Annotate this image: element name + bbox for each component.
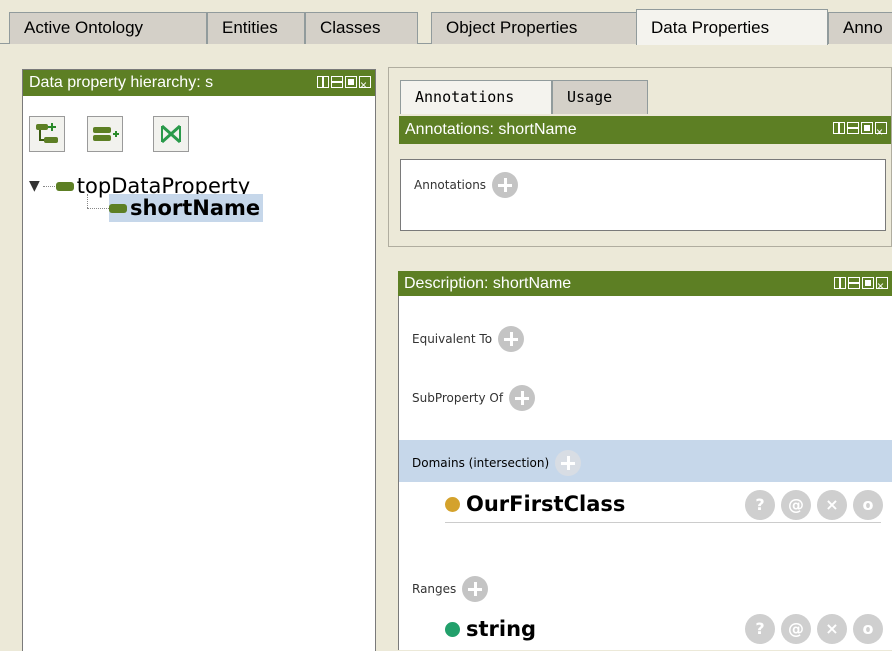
tree-connector [87, 208, 109, 209]
add-equivalent-icon[interactable] [498, 326, 525, 352]
tree-node-short-name[interactable]: shortName [109, 194, 264, 222]
maximize-icon[interactable] [861, 122, 873, 134]
hierarchy-view-header: Data property hierarchy: s [23, 70, 375, 96]
view-controls [834, 273, 888, 297]
add-annotation-icon[interactable] [492, 172, 519, 198]
tab-active-ontology[interactable]: Active Ontology [9, 12, 207, 44]
ranges-label: Ranges [412, 582, 457, 596]
split-vertical-icon[interactable] [834, 277, 846, 289]
description-view-title: Description: shortName [404, 275, 572, 292]
workspace-tab-bar: Active Ontology Entities Classes Object … [0, 0, 892, 45]
range-item[interactable]: string [445, 613, 536, 645]
add-sibling-property-button[interactable] [87, 116, 123, 152]
tree-connector [87, 194, 88, 208]
delete-icon[interactable]: × [817, 614, 847, 644]
description-view-header: Description: shortName [398, 271, 892, 297]
annotations-section: Annotations [401, 168, 519, 202]
subproperty-of-label: SubProperty Of [412, 391, 504, 405]
equivalent-to-label: Equivalent To [412, 332, 493, 346]
tree-connector [43, 186, 55, 187]
add-subproperty-icon[interactable] [509, 385, 536, 411]
delete-property-icon [161, 124, 181, 144]
tab-annotations[interactable]: Annotations [400, 80, 552, 114]
annotations-view-header: Annotations: shortName [399, 116, 891, 144]
ranges-section: Ranges [399, 572, 489, 606]
close-view-icon[interactable] [359, 72, 371, 96]
add-sub-property-button[interactable] [29, 116, 65, 152]
add-domain-icon[interactable] [555, 450, 582, 476]
row-divider [445, 522, 881, 523]
data-property-icon [55, 181, 74, 191]
domains-label: Domains (intersection) [412, 456, 550, 470]
close-view-icon[interactable] [876, 273, 888, 297]
delete-icon[interactable]: × [817, 490, 847, 520]
description-list: Equivalent To SubProperty Of Domains (in… [398, 296, 892, 650]
split-horizontal-icon[interactable] [847, 122, 859, 134]
close-view-icon[interactable] [875, 118, 887, 144]
tab-usage[interactable]: Usage [552, 80, 648, 114]
range-actions: ? @ × o [745, 614, 883, 644]
add-range-icon[interactable] [462, 576, 489, 602]
tab-annotation-properties[interactable]: Anno [828, 12, 892, 44]
data-property-hierarchy-panel: Data property hierarchy: s ▼ [22, 69, 376, 651]
edit-icon[interactable]: o [853, 490, 883, 520]
explain-icon[interactable]: ? [745, 490, 775, 520]
tree-node-label: shortName [130, 196, 261, 220]
data-property-icon [109, 203, 127, 213]
tab-object-properties[interactable]: Object Properties [431, 12, 637, 44]
range-item-label: string [466, 617, 537, 641]
hierarchy-view-title: Data property hierarchy: s [29, 74, 214, 91]
domain-item-label: OurFirstClass [466, 492, 626, 516]
edit-icon[interactable]: o [853, 614, 883, 644]
class-icon [445, 496, 460, 512]
view-controls [317, 72, 371, 96]
maximize-icon[interactable] [345, 76, 357, 88]
view-controls [833, 118, 887, 144]
domains-section: Domains (intersection) [399, 446, 582, 480]
split-vertical-icon[interactable] [317, 76, 329, 88]
split-vertical-icon[interactable] [833, 122, 845, 134]
delete-property-button[interactable] [153, 116, 189, 152]
annotations-list: Annotations [400, 159, 886, 231]
annotations-label: Annotations [414, 178, 487, 192]
expanded-triangle-icon[interactable]: ▼ [29, 178, 40, 194]
annotate-icon[interactable]: @ [781, 614, 811, 644]
annotations-view-title: Annotations: shortName [405, 121, 577, 138]
datatype-icon [445, 621, 460, 637]
add-sub-property-icon [36, 123, 58, 143]
explain-icon[interactable]: ? [745, 614, 775, 644]
tab-entities[interactable]: Entities [207, 12, 305, 44]
add-sibling-property-icon [93, 127, 119, 141]
subproperty-of-section: SubProperty Of [399, 381, 536, 415]
domain-item[interactable]: OurFirstClass [445, 488, 625, 520]
domain-actions: ? @ × o [745, 490, 883, 520]
tab-data-properties[interactable]: Data Properties [636, 9, 828, 45]
tab-classes[interactable]: Classes [305, 12, 418, 44]
annotate-icon[interactable]: @ [781, 490, 811, 520]
split-horizontal-icon[interactable] [848, 277, 860, 289]
split-horizontal-icon[interactable] [331, 76, 343, 88]
maximize-icon[interactable] [862, 277, 874, 289]
equivalent-to-section: Equivalent To [399, 322, 525, 356]
